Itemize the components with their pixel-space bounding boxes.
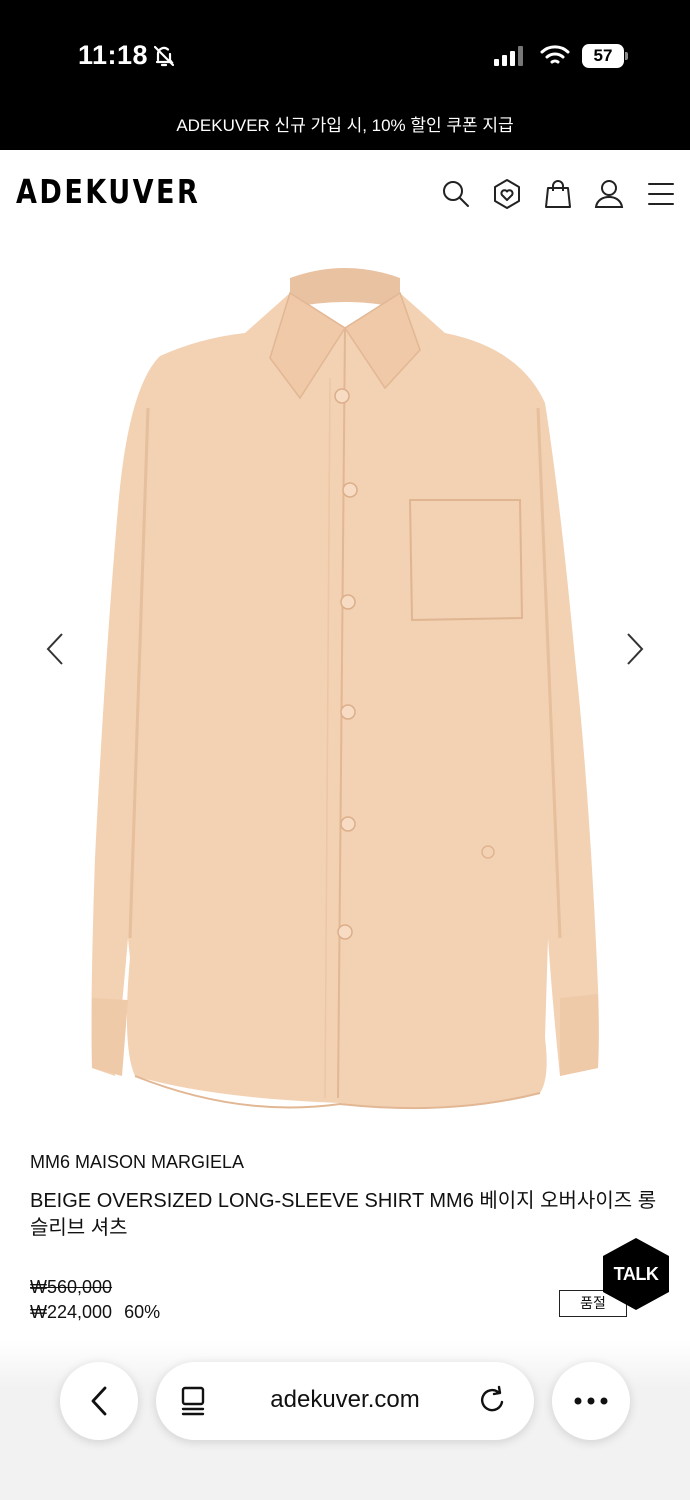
status-time: 11:18	[78, 40, 149, 70]
status-bar: 11:18 57	[0, 0, 690, 108]
more-dots-icon	[574, 1397, 608, 1405]
discount-rate: 60%	[124, 1302, 161, 1322]
prev-image-button[interactable]	[40, 626, 70, 672]
user-icon[interactable]	[593, 178, 625, 210]
product-name: BEIGE OVERSIZED LONG-SLEEVE SHIRT MM6 베이…	[30, 1190, 657, 1239]
battery-level: 57	[582, 44, 624, 68]
talk-chat-button[interactable]: TALK	[602, 1238, 670, 1310]
address-bar[interactable]: adekuver.com	[156, 1362, 534, 1440]
price-row: ₩224,000 60%	[30, 1302, 160, 1323]
promo-banner[interactable]: ADEKUVER 신규 가입 시, 10% 할인 쿠폰 지급	[0, 108, 690, 150]
browser-back-button[interactable]	[60, 1362, 138, 1440]
shopping-bag-icon[interactable]	[542, 178, 574, 210]
site-header: ADEKUVER	[0, 150, 690, 238]
product-image	[91, 268, 599, 1110]
wishlist-icon[interactable]	[491, 178, 523, 210]
price-sale: ₩224,000	[30, 1302, 113, 1322]
browser-more-button[interactable]	[552, 1362, 630, 1440]
product-gallery[interactable]	[0, 238, 690, 1138]
talk-label: TALK	[613, 1264, 659, 1284]
battery-tip	[625, 52, 628, 60]
chevron-left-icon	[91, 1386, 107, 1416]
site-logo[interactable]: ADEKUVER	[16, 172, 200, 211]
chevron-right-icon	[627, 633, 644, 665]
price-original: ₩560,000	[30, 1277, 113, 1297]
product-brand[interactable]: MM6 MAISON MARGIELA	[30, 1152, 244, 1173]
next-image-button[interactable]	[620, 626, 650, 672]
search-icon[interactable]	[440, 178, 472, 210]
reload-icon[interactable]	[478, 1384, 508, 1421]
battery-icon: 57	[582, 44, 628, 68]
bell-muted-icon	[152, 44, 176, 73]
chevron-left-icon	[46, 633, 63, 665]
menu-icon[interactable]	[645, 178, 677, 210]
cellular-signal-icon	[494, 46, 524, 71]
wifi-icon	[540, 44, 570, 71]
